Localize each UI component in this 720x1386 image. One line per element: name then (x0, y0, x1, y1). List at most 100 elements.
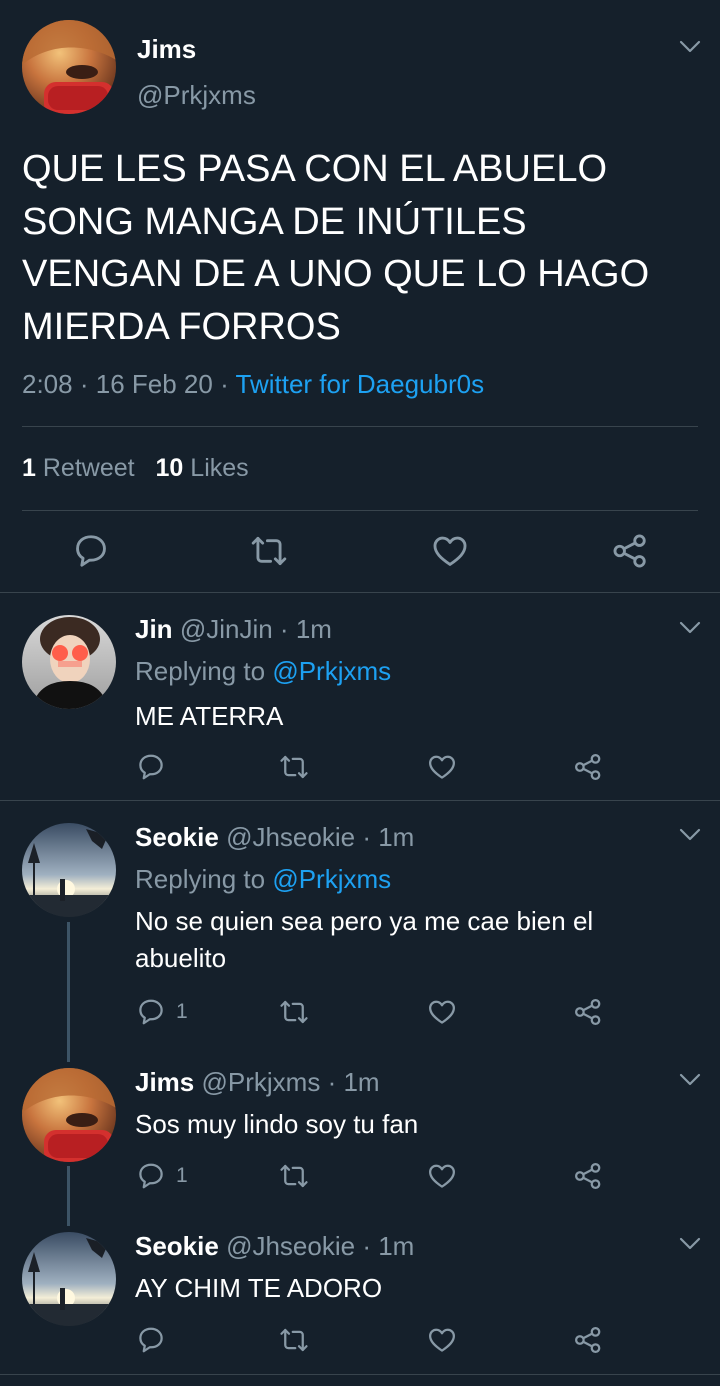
share-icon (573, 1325, 603, 1355)
like-button[interactable] (427, 997, 457, 1027)
reply-time: 1m (343, 1067, 380, 1097)
like-button[interactable] (427, 1161, 457, 1191)
tweet-text-line: MIERDA FORROS (22, 305, 341, 348)
meta-separator: · (279, 614, 289, 644)
reply-handle[interactable]: @Jhseokie (226, 1231, 355, 1261)
reply-button[interactable]: 1 (136, 1161, 188, 1191)
reply-button[interactable] (136, 752, 176, 782)
thread-line (67, 922, 70, 1062)
chevron-down-icon[interactable] (679, 1237, 701, 1251)
reply-author-name[interactable]: Seokie (135, 822, 219, 852)
avatar[interactable] (22, 823, 116, 917)
like-button[interactable] (427, 752, 457, 782)
divider (22, 426, 698, 427)
author-name[interactable]: Jims (137, 34, 196, 65)
author-handle[interactable]: @Prkjxms (137, 80, 256, 111)
replying-to-link[interactable]: @Prkjxms (272, 656, 391, 686)
reply-author-name[interactable]: Jin (135, 614, 173, 644)
share-button[interactable] (573, 752, 603, 782)
like-button[interactable] (431, 532, 469, 570)
like-icon (431, 532, 469, 570)
meta-separator: · (79, 369, 89, 399)
reply-icon (136, 997, 166, 1027)
reply-icon (136, 752, 166, 782)
reply-text-line: abuelito (135, 943, 227, 973)
replying-to: Replying to @Prkjxms (135, 864, 391, 895)
tweet-meta: 2:08 · 16 Feb 20 · Twitter for Daegubr0s (22, 369, 484, 400)
reply-icon (136, 1161, 166, 1191)
like-icon (427, 997, 457, 1027)
share-icon (573, 1161, 603, 1191)
tweet-source-link[interactable]: Twitter for Daegubr0s (236, 369, 485, 399)
reply-count: 1 (176, 1164, 188, 1187)
divider (0, 800, 720, 801)
reply-text: ME ATERRA (135, 698, 283, 734)
like-stat[interactable]: 10 Likes (156, 454, 249, 482)
avatar[interactable] (22, 1232, 116, 1326)
chevron-down-icon[interactable] (679, 40, 701, 54)
tweet-stats: 1 Retweet 10 Likes (22, 454, 249, 483)
replying-to-link[interactable]: @Prkjxms (272, 864, 391, 894)
like-icon (427, 1325, 457, 1355)
reply-header: Seokie @Jhseokie · 1m (135, 822, 414, 853)
avatar[interactable] (22, 1068, 116, 1162)
reply-handle[interactable]: @Jhseokie (226, 822, 355, 852)
retweet-button[interactable] (279, 1325, 309, 1355)
chevron-down-icon[interactable] (679, 621, 701, 635)
retweet-button[interactable] (250, 532, 288, 570)
reply-button[interactable] (136, 1325, 176, 1355)
reply-header: Jin @JinJin · 1m (135, 614, 332, 645)
reply-handle[interactable]: @Prkjxms (202, 1067, 321, 1097)
meta-separator: · (220, 369, 229, 399)
meta-separator: · (327, 1067, 337, 1097)
retweet-button[interactable] (279, 752, 309, 782)
reply-handle[interactable]: @JinJin (180, 614, 273, 644)
replying-to-label: Replying to (135, 864, 266, 894)
tweet-text-line: QUE LES PASA CON EL ABUELO (22, 148, 608, 190)
share-icon (573, 752, 603, 782)
replying-to-label: Replying to (135, 656, 266, 686)
reply-author-name[interactable]: Jims (135, 1067, 194, 1097)
retweet-stat[interactable]: 1 Retweet (22, 454, 142, 482)
tweet-time: 2:08 (22, 369, 73, 399)
like-count: 10 (155, 454, 184, 482)
retweet-count: 1 (22, 454, 36, 482)
reply-time: 1m (378, 822, 415, 852)
reply-text-line: No se quien sea pero ya me cae bien el (135, 906, 594, 936)
retweet-icon (279, 1325, 309, 1355)
share-button[interactable] (573, 997, 603, 1027)
tweet-date: 16 Feb 20 (95, 369, 213, 399)
retweet-button[interactable] (279, 997, 309, 1027)
reply-text: AY CHIM TE ADORO (135, 1270, 382, 1306)
share-button[interactable] (611, 532, 649, 570)
reply-count: 1 (176, 1000, 188, 1023)
share-icon (611, 532, 649, 570)
reply-text-line: AY CHIM TE ADORO (135, 1273, 383, 1303)
reply-header: Seokie @Jhseokie · 1m (135, 1231, 414, 1262)
reply-text: No se quien sea pero ya me cae bien el a… (135, 903, 593, 977)
reply-author-name[interactable]: Seokie (135, 1231, 219, 1261)
reply-text-line: ME ATERRA (135, 701, 284, 731)
avatar[interactable] (22, 615, 116, 709)
meta-separator: · (362, 822, 371, 852)
retweet-button[interactable] (279, 1161, 309, 1191)
chevron-down-icon[interactable] (679, 1073, 701, 1087)
avatar[interactable] (22, 20, 116, 114)
like-button[interactable] (427, 1325, 457, 1355)
retweet-icon (279, 752, 309, 782)
reply-text-line: Sos muy lindo soy tu fan (135, 1109, 419, 1139)
divider (22, 510, 698, 511)
share-button[interactable] (573, 1161, 603, 1191)
share-icon (573, 997, 603, 1027)
share-button[interactable] (573, 1325, 603, 1355)
reply-icon (136, 1325, 166, 1355)
tweet-text-line: SONG MANGA DE INÚTILES (22, 200, 527, 243)
reply-button[interactable]: 1 (136, 997, 188, 1027)
tweet-text-line: VENGAN DE A UNO QUE LO HAGO (22, 253, 650, 295)
reply-button[interactable] (72, 532, 110, 570)
reply-text: Sos muy lindo soy tu fan (135, 1106, 418, 1142)
reply-icon (72, 532, 110, 570)
replying-to: Replying to @Prkjxms (135, 656, 391, 687)
meta-separator: · (362, 1231, 371, 1261)
chevron-down-icon[interactable] (679, 828, 701, 842)
